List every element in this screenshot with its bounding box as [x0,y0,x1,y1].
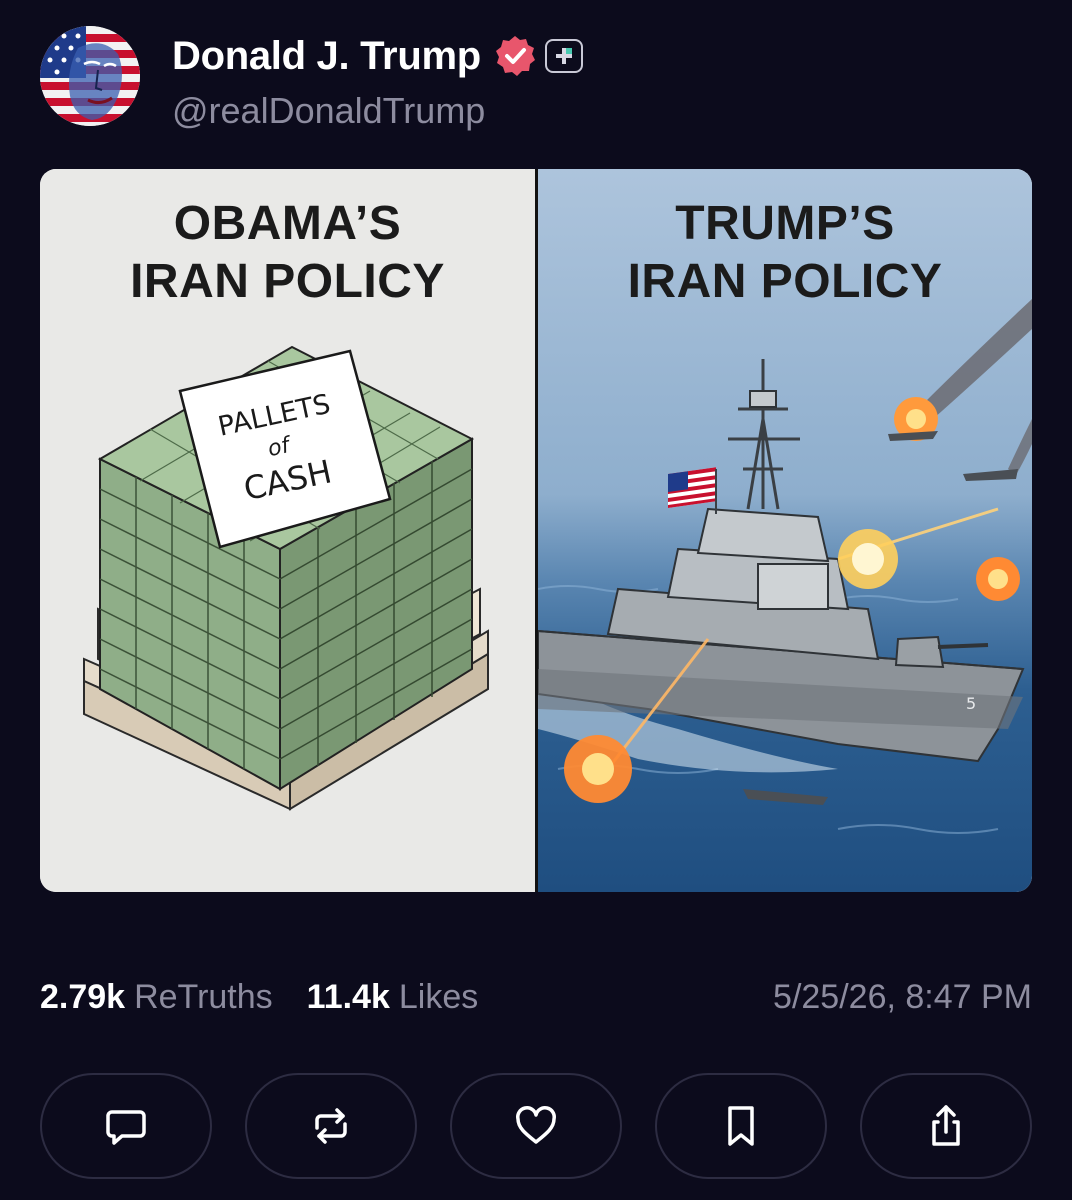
hull-number: 5 [966,694,976,713]
author-handle[interactable]: @realDonaldTrump [172,90,583,132]
retruth-icon [315,1108,347,1144]
right-title-line-1: TRUMP’S [675,197,895,250]
reply-button[interactable] [40,1073,212,1179]
share-button[interactable] [860,1073,1032,1179]
left-title-line-1: OBAMA’S [173,197,402,250]
like-heart-icon [516,1106,556,1144]
avatar-portrait-flag-icon [40,26,140,126]
truth-post-detail: Donald J. Trump @realDonaldTrump PALLETS… [0,0,1072,1200]
bookmark-button[interactable] [655,1073,827,1179]
explosion-sea [564,735,632,803]
bookmark-icon [728,1106,754,1146]
retruths-stat[interactable]: 2.79k ReTruths [40,978,273,1017]
retruth-button[interactable] [245,1073,417,1179]
avatar[interactable] [40,26,140,126]
likes-label: Likes [398,978,479,1016]
plus-badge-icon [544,39,583,73]
right-title-line-2: IRAN POLICY [627,255,943,308]
post-media-image[interactable]: PALLETS of CASH OBAMA’S IRAN POLICY 5 TR… [40,169,1032,892]
us-flag-icon [668,467,716,508]
author-identity: Donald J. Trump @realDonaldTrump [172,28,583,132]
explosion-aircraft-2 [976,557,1020,601]
post-header: Donald J. Trump @realDonaldTrump [40,26,583,132]
author-display-name[interactable]: Donald J. Trump [172,34,481,79]
author-name-row: Donald J. Trump [172,28,583,84]
post-action-bar [40,1073,1032,1179]
retruths-count: 2.79k [40,978,126,1016]
post-stats: 2.79k ReTruths 11.4k Likes 5/25/26, 8:47 P… [40,978,1032,1017]
verified-badge-icon [495,36,535,76]
post-timestamp: 5/25/26, 8:47 PM [773,978,1032,1016]
retruths-label: ReTruths [134,978,273,1016]
likes-count: 11.4k [306,978,390,1016]
left-panel-obama: PALLETS of CASH OBAMA’S IRAN POLICY [40,169,535,892]
left-title-line-2: IRAN POLICY [130,255,445,308]
explosion-muzzle [838,529,898,589]
right-panel-trump: 5 TRUMP’S IRAN POLICY [538,169,1032,892]
right-panel-title: TRUMP’S IRAN POLICY [538,195,1032,311]
reply-icon [106,1110,146,1145]
plus-icon [555,48,572,64]
likes-stat[interactable]: 11.4k Likes [307,978,479,1017]
like-button[interactable] [450,1073,622,1179]
left-panel-title: OBAMA’S IRAN POLICY [40,195,535,311]
share-icon [932,1105,960,1146]
